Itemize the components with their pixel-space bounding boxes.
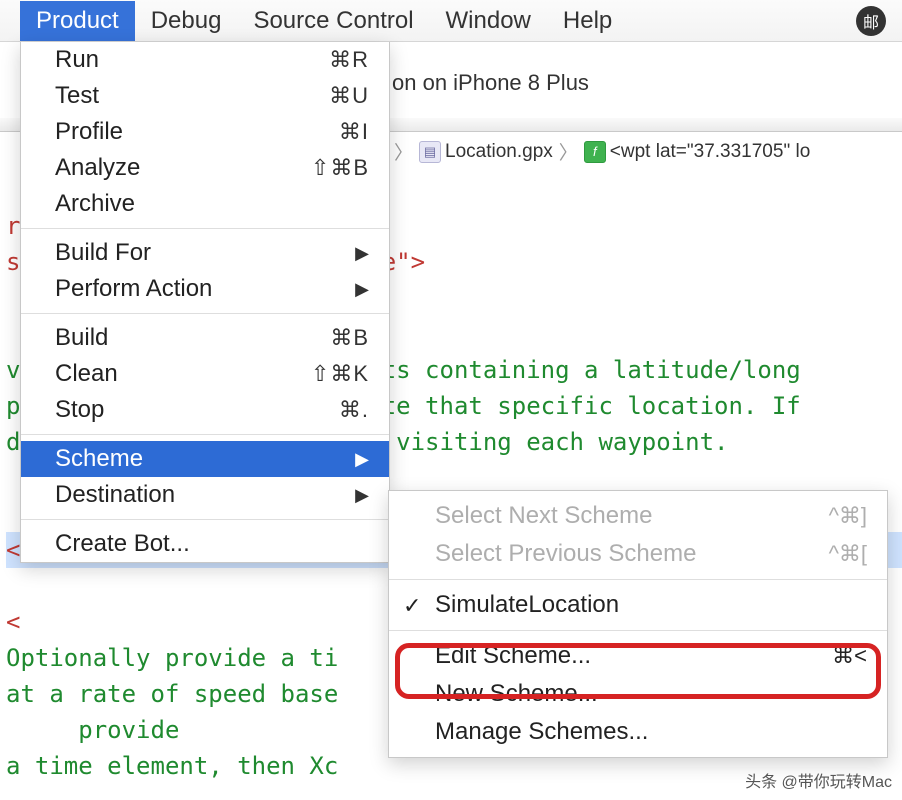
menu-separator bbox=[21, 434, 389, 435]
code-text: a time element, then Xc bbox=[6, 752, 338, 780]
watermark-text: 头条 @带你玩转Mac bbox=[745, 768, 892, 792]
menu-item-profile[interactable]: Profile⌘I bbox=[21, 114, 389, 150]
menu-debug[interactable]: Debug bbox=[135, 1, 238, 41]
chevron-right-icon: ▶ bbox=[355, 279, 369, 300]
chevron-right-icon: ▶ bbox=[355, 485, 369, 506]
code-text: nts containing a latitude/long bbox=[367, 356, 800, 384]
submenu-manage-schemes[interactable]: Manage Schemes... bbox=[389, 713, 887, 751]
breadcrumb-tag[interactable]: <wpt lat="37.331705" lo bbox=[610, 141, 810, 163]
submenu-select-previous-scheme: Select Previous Scheme^⌘[ bbox=[389, 535, 887, 573]
scheme-target-text: on on iPhone 8 Plus bbox=[392, 70, 589, 96]
menu-separator bbox=[21, 228, 389, 229]
menu-item-build-for[interactable]: Build For▶ bbox=[21, 235, 389, 271]
menu-item-analyze[interactable]: Analyze⇧⌘B bbox=[21, 150, 389, 186]
menu-item-clean[interactable]: Clean⇧⌘K bbox=[21, 356, 389, 392]
chevron-right-icon: 〉 bbox=[557, 138, 580, 165]
menu-separator bbox=[21, 519, 389, 520]
submenu-simulate-location[interactable]: ✓SimulateLocation bbox=[389, 586, 887, 624]
menu-separator bbox=[389, 630, 887, 631]
code-text: ate that specific location. If bbox=[367, 392, 800, 420]
code-text: < bbox=[6, 608, 20, 636]
check-icon: ✓ bbox=[403, 593, 421, 619]
menu-item-archive[interactable]: Archive bbox=[21, 186, 389, 222]
menu-item-scheme[interactable]: Scheme▶ bbox=[21, 441, 389, 477]
menu-help[interactable]: Help bbox=[547, 1, 628, 41]
submenu-select-next-scheme: Select Next Scheme^⌘] bbox=[389, 497, 887, 535]
menu-window[interactable]: Window bbox=[430, 1, 547, 41]
chevron-right-icon: ▶ bbox=[355, 243, 369, 264]
breadcrumb[interactable]: 〉 ▤ Location.gpx 〉 f <wpt lat="37.331705… bbox=[392, 138, 810, 165]
menu-item-create-bot[interactable]: Create Bot... bbox=[21, 526, 389, 562]
submenu-new-scheme[interactable]: New Scheme... bbox=[389, 675, 887, 713]
menu-item-perform-action[interactable]: Perform Action▶ bbox=[21, 271, 389, 307]
scheme-submenu: Select Next Scheme^⌘] Select Previous Sc… bbox=[388, 490, 888, 758]
menu-item-stop[interactable]: Stop⌘. bbox=[21, 392, 389, 428]
menu-separator bbox=[389, 579, 887, 580]
menu-separator bbox=[21, 313, 389, 314]
chevron-right-icon: ▶ bbox=[355, 449, 369, 470]
menu-product[interactable]: Product bbox=[20, 1, 135, 41]
code-text: at a rate of speed base bbox=[6, 680, 338, 708]
product-menu-dropdown: Run⌘R Test⌘U Profile⌘I Analyze⇧⌘B Archiv… bbox=[20, 42, 390, 563]
menubar: Product Debug Source Control Window Help… bbox=[0, 0, 902, 42]
code-text: provide bbox=[6, 716, 179, 744]
submenu-edit-scheme[interactable]: Edit Scheme...⌘< bbox=[389, 637, 887, 675]
menu-item-test[interactable]: Test⌘U bbox=[21, 78, 389, 114]
chevron-right-icon: 〉 bbox=[392, 138, 415, 165]
menu-item-destination[interactable]: Destination▶ bbox=[21, 477, 389, 513]
menu-source-control[interactable]: Source Control bbox=[237, 1, 429, 41]
mail-icon[interactable]: 邮 bbox=[856, 6, 886, 36]
breadcrumb-file[interactable]: Location.gpx bbox=[445, 141, 553, 163]
menu-item-build[interactable]: Build⌘B bbox=[21, 320, 389, 356]
menu-item-run[interactable]: Run⌘R bbox=[21, 42, 389, 78]
file-icon: ▤ bbox=[419, 141, 441, 163]
function-icon: f bbox=[584, 141, 606, 163]
code-text: e visiting each waypoint. bbox=[367, 428, 728, 456]
